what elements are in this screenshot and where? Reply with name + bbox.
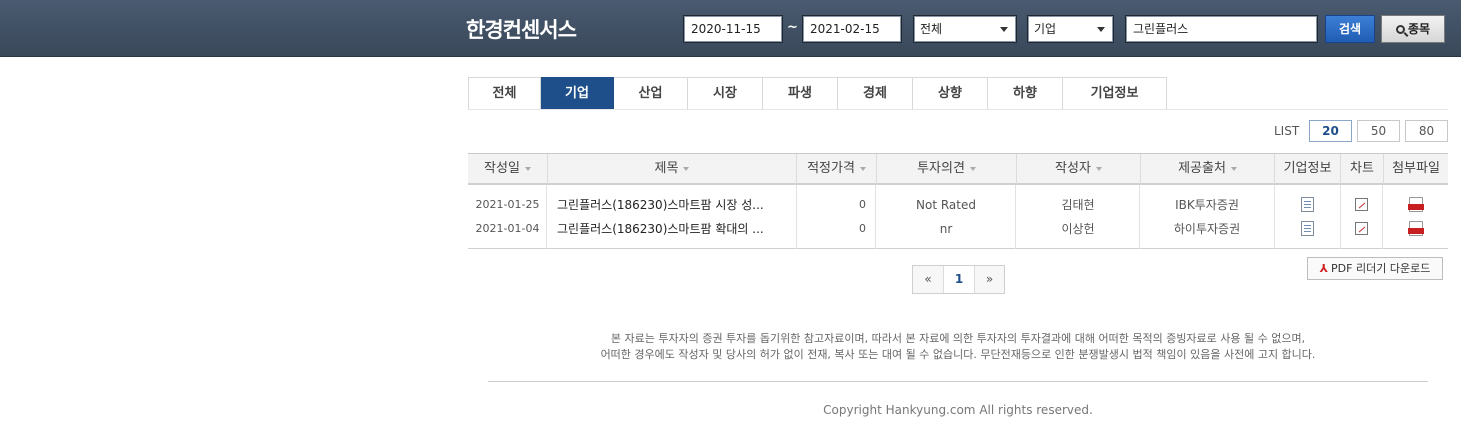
prev-page-button[interactable]: « [913,266,943,293]
column-header-source[interactable]: 제공출처 [1140,154,1274,184]
end-date-input[interactable]: 2021-02-15 [802,15,902,43]
row-author: 이상헌 [1061,222,1095,236]
category-select[interactable]: 기업 [1027,15,1114,43]
disclaimer-line-1: 본 자료는 투자자의 증권 투자를 돕기위한 참고자료이며, 따라서 본 자료에… [610,332,1306,345]
copyright-text: Copyright Hankyung.com All rights reserv… [823,403,1093,417]
list-size-label: LIST [1274,124,1300,138]
company-info-cell [1274,193,1340,217]
sort-icon [1095,166,1102,171]
sort-icon [1230,166,1237,171]
scope-select[interactable]: 전체 [913,15,1017,43]
chart-icon[interactable] [1355,198,1368,211]
start-date-input[interactable]: 2020-11-15 [683,15,783,43]
report-table: 작성일 제목 적정가격 투자의견 작성자 제공출처 기업정보 차트 첨부파일 2… [468,153,1448,249]
pagination: « 1 » [912,265,1005,294]
pdf-icon[interactable] [1407,197,1424,212]
category-tabs: 전체 기업 산업 시장 파생 경제 상향 하향 기업정보 [468,77,1167,110]
page-1-button[interactable]: 1 [943,266,974,293]
column-header-label: 작성자 [1055,161,1091,176]
pdf-reader-download-button[interactable]: ⅄ PDF 리더기 다운로드 [1307,257,1443,280]
adobe-icon: ⅄ [1319,262,1329,275]
column-header-label: 작성일 [484,161,520,176]
document-icon[interactable] [1300,221,1314,236]
row-opinion: nr [939,222,953,236]
list-size-50-button[interactable]: 50 [1357,120,1400,142]
row-opinion: Not Rated [916,198,976,212]
disclaimer-notice: 본 자료는 투자자의 증권 투자를 돕기위한 참고자료이며, 따라서 본 자료에… [488,331,1428,363]
chevron-down-icon [1097,27,1105,32]
tab-economy[interactable]: 경제 [838,77,913,110]
column-header-opinion[interactable]: 투자의견 [876,154,1016,184]
table-body: 2021-01-25 그린플러스(186230)스마트팜 시장 성... 0 N… [468,185,1448,249]
tab-industry[interactable]: 산업 [614,77,688,110]
search-button[interactable]: 검색 [1325,15,1375,43]
tab-divider [468,109,1448,110]
column-header-label: 제목 [654,161,679,176]
pdf-icon[interactable] [1407,221,1424,236]
brand-logo[interactable]: 한경컨센서스 [466,14,577,44]
tab-market[interactable]: 시장 [688,77,763,110]
column-header-label: 제공출처 [1178,161,1226,176]
tab-all[interactable]: 전체 [468,77,541,110]
column-header-company-info: 기업정보 [1274,154,1340,184]
category-select-value: 기업 [1034,22,1057,36]
date-separator: ~ [787,20,798,35]
pdf-reader-download-label: PDF 리더기 다운로드 [1331,262,1431,275]
keyword-input[interactable]: 그린플러스 [1125,15,1318,43]
row-title-link[interactable]: 그린플러스(186230)스마트팜 시장 성... [557,193,792,217]
attachment-cell [1383,217,1448,241]
column-header-title[interactable]: 제목 [547,154,796,184]
stock-search-label: 종목 [1407,22,1431,36]
chevron-down-icon [1000,27,1008,32]
row-price: 0 [859,198,866,211]
search-icon [1395,25,1405,34]
column-header-chart: 차트 [1340,154,1383,184]
stock-search-button[interactable]: 종목 [1381,15,1445,43]
footer-divider [488,381,1428,382]
attachment-cell [1383,193,1448,217]
top-header: 한경컨센서스 2020-11-15 ~ 2021-02-15 전체 기업 그린플… [0,0,1461,57]
column-header-date[interactable]: 작성일 [468,154,547,184]
table-row[interactable]: 2021-01-04 그린플러스(186230)스마트팜 확대의 ... 0 n… [468,217,1448,241]
row-source: 하이투자증권 [1173,222,1241,236]
chart-cell [1340,193,1383,217]
row-date: 2021-01-04 [475,222,540,235]
tab-upgrade[interactable]: 상향 [913,77,988,110]
row-source: IBK투자증권 [1175,198,1239,212]
document-icon[interactable] [1300,197,1314,212]
table-row[interactable]: 2021-01-25 그린플러스(186230)스마트팜 시장 성... 0 N… [468,193,1448,217]
table-header: 작성일 제목 적정가격 투자의견 작성자 제공출처 기업정보 차트 첨부파일 [468,153,1448,185]
sort-icon [969,166,976,171]
column-header-label: 적정가격 [807,161,855,176]
column-header-attachment: 첨부파일 [1383,154,1448,184]
column-header-price[interactable]: 적정가격 [796,154,876,184]
tab-company-info[interactable]: 기업정보 [1063,77,1167,110]
sort-icon [683,166,690,171]
tab-derivatives[interactable]: 파생 [763,77,838,110]
next-page-button[interactable]: » [974,266,1004,293]
column-header-label: 투자의견 [917,161,965,176]
disclaimer-line-2: 어떠한 경우에도 작성자 및 당사의 허가 없이 전재, 복사 또는 대여 될 … [600,348,1316,361]
column-header-author[interactable]: 작성자 [1016,154,1140,184]
list-size-20-button[interactable]: 20 [1309,120,1352,142]
list-size-80-button[interactable]: 80 [1405,120,1448,142]
row-price: 0 [859,222,866,235]
scope-select-value: 전체 [920,22,943,36]
tab-downgrade[interactable]: 하향 [988,77,1063,110]
sort-icon [524,166,531,171]
company-info-cell [1274,217,1340,241]
row-date: 2021-01-25 [475,198,540,211]
row-author: 김태현 [1061,198,1095,212]
chart-icon[interactable] [1355,222,1368,235]
chart-cell [1340,217,1383,241]
sort-icon [859,166,866,171]
tab-company[interactable]: 기업 [541,77,614,110]
row-title-link[interactable]: 그린플러스(186230)스마트팜 확대의 ... [557,217,792,241]
